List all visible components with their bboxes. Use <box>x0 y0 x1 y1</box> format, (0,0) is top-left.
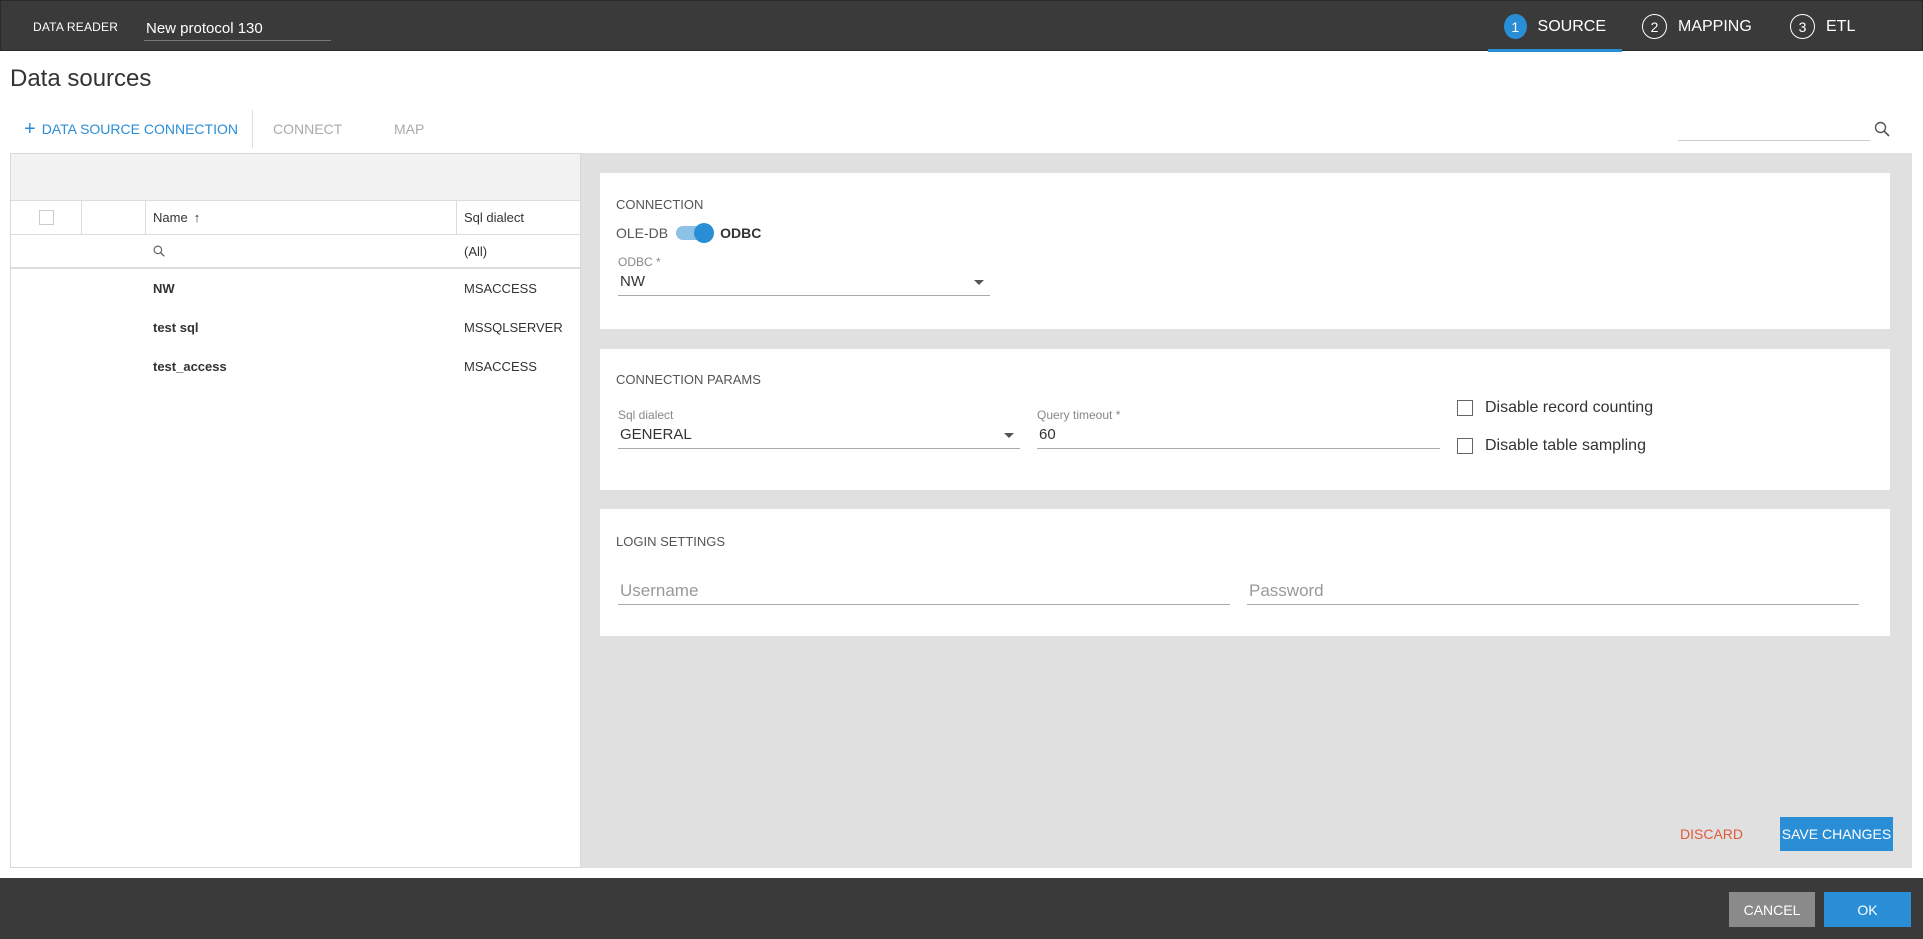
step-label-mapping: MAPPING <box>1678 17 1752 35</box>
row-blank-cell <box>82 308 146 347</box>
disable-record-counting-label: Disable record counting <box>1485 399 1654 416</box>
ok-button[interactable]: OK <box>1824 892 1911 927</box>
query-timeout-label-text: Query timeout <box>1037 408 1113 422</box>
top-bar: DATA READER 1 SOURCE 2 MAPPING 3 ETL <box>0 0 1923 52</box>
name-filter-cell[interactable] <box>146 235 457 267</box>
page-title: Data sources <box>10 65 152 92</box>
filter-search-icon <box>153 245 165 257</box>
grid-header: Name ↑ Sql dialect <box>11 201 580 235</box>
row-name-cell: test sql <box>153 320 199 335</box>
add-data-source-connection-button[interactable]: + DATA SOURCE CONNECTION <box>10 110 252 148</box>
grid-filter-row: (All) <box>11 235 580 269</box>
disable-table-sampling-checkbox[interactable] <box>1457 438 1473 454</box>
step-number-2: 2 <box>1642 14 1667 39</box>
header-blank-cell <box>82 201 146 234</box>
connection-card: CONNECTION OLE-DB ODBC ODBC * NW <box>600 173 1890 329</box>
odbc-label: ODBC <box>720 225 762 241</box>
odbc-selected-value: NW <box>620 273 645 290</box>
data-sources-grid: Name ↑ Sql dialect (All) NW MSACCESS tes… <box>10 153 581 868</box>
protocol-name-input[interactable] <box>144 16 331 41</box>
disable-record-counting-option[interactable]: Disable record counting <box>1457 399 1653 417</box>
ole-db-label: OLE-DB <box>616 225 669 241</box>
sort-ascending-icon: ↑ <box>193 210 201 225</box>
app-label: DATA READER <box>33 20 119 34</box>
dialect-filter-cell[interactable]: (All) <box>457 235 580 267</box>
select-all-checkbox[interactable] <box>38 210 54 225</box>
step-label-etl: ETL <box>1826 17 1856 35</box>
required-mark: * <box>1115 408 1121 422</box>
toolbar: + DATA SOURCE CONNECTION CONNECT MAP <box>10 110 438 148</box>
search-input[interactable] <box>1678 116 1870 141</box>
discard-button[interactable]: DISCARD <box>1670 817 1753 851</box>
filter-blank-cell <box>11 235 82 267</box>
step-mapping[interactable]: 2 MAPPING <box>1626 1 1774 52</box>
column-header-sql-dialect[interactable]: Sql dialect <box>457 201 580 234</box>
step-number-1: 1 <box>1504 14 1527 39</box>
password-field[interactable] <box>1247 577 1859 605</box>
wizard-steps: 1 SOURCE 2 MAPPING 3 ETL <box>1488 1 1922 52</box>
row-name-cell: test_access <box>153 359 227 374</box>
connect-button[interactable]: CONNECT <box>253 110 356 148</box>
row-name-cell: NW <box>153 281 175 296</box>
plus-icon: + <box>24 117 36 140</box>
chevron-down-icon <box>974 280 984 285</box>
row-blank-cell <box>82 347 146 386</box>
sql-dialect-label: Sql dialect <box>618 408 674 422</box>
disable-record-counting-checkbox[interactable] <box>1457 400 1473 416</box>
filter-blank-cell-2 <box>82 235 146 267</box>
odbc-label-text: ODBC <box>618 255 653 269</box>
row-blank-cell <box>82 269 146 308</box>
table-row[interactable]: test sql MSSQLSERVER <box>11 308 580 347</box>
connection-params-card: CONNECTION PARAMS Sql dialect GENERAL Qu… <box>600 349 1890 490</box>
connection-type-toggle-row: OLE-DB ODBC <box>616 223 762 243</box>
cancel-button[interactable]: CANCEL <box>1729 892 1815 927</box>
query-timeout-input[interactable] <box>1037 421 1440 449</box>
select-all-cell <box>11 201 82 234</box>
step-label-source: SOURCE <box>1537 17 1606 35</box>
username-field[interactable] <box>618 577 1230 605</box>
row-dialect-cell: MSACCESS <box>464 359 537 374</box>
column-header-name[interactable]: Name ↑ <box>146 201 457 234</box>
row-dialect-cell: MSSQLSERVER <box>464 320 563 335</box>
step-etl[interactable]: 3 ETL <box>1774 1 1892 52</box>
row-check-cell <box>11 269 82 308</box>
table-row[interactable]: test_access MSACCESS <box>11 347 580 386</box>
query-timeout-label: Query timeout * <box>1037 408 1120 422</box>
row-dialect-cell: MSACCESS <box>464 281 537 296</box>
connection-section-title: CONNECTION <box>616 197 704 212</box>
odbc-select[interactable]: NW <box>618 268 990 296</box>
map-button[interactable]: MAP <box>356 110 438 148</box>
login-settings-card: LOGIN SETTINGS <box>600 509 1890 636</box>
add-data-source-label: DATA SOURCE CONNECTION <box>41 121 238 137</box>
switch-knob <box>694 223 715 243</box>
sql-dialect-select[interactable]: GENERAL <box>618 421 1020 449</box>
odbc-field-label: ODBC * <box>618 255 661 269</box>
column-name-label: Name <box>153 210 188 225</box>
disable-table-sampling-option[interactable]: Disable table sampling <box>1457 437 1646 455</box>
step-source[interactable]: 1 SOURCE <box>1488 1 1622 52</box>
table-row[interactable]: NW MSACCESS <box>11 269 580 308</box>
login-settings-title: LOGIN SETTINGS <box>616 534 726 549</box>
connection-type-switch[interactable] <box>676 223 715 243</box>
connection-params-title: CONNECTION PARAMS <box>616 372 761 387</box>
detail-panel: CONNECTION OLE-DB ODBC ODBC * NW CONNECT… <box>581 153 1912 868</box>
row-check-cell <box>11 308 82 347</box>
save-changes-button[interactable]: SAVE CHANGES <box>1780 817 1893 851</box>
search-icon[interactable] <box>1874 121 1890 137</box>
step-number-3: 3 <box>1790 14 1815 39</box>
chevron-down-icon <box>1004 433 1014 438</box>
disable-table-sampling-label: Disable table sampling <box>1485 437 1646 454</box>
footer-bar: CANCEL OK <box>0 878 1923 939</box>
row-check-cell <box>11 347 82 386</box>
grid-group-panel <box>11 154 580 201</box>
required-mark: * <box>656 255 661 269</box>
sql-dialect-value: GENERAL <box>620 426 692 443</box>
